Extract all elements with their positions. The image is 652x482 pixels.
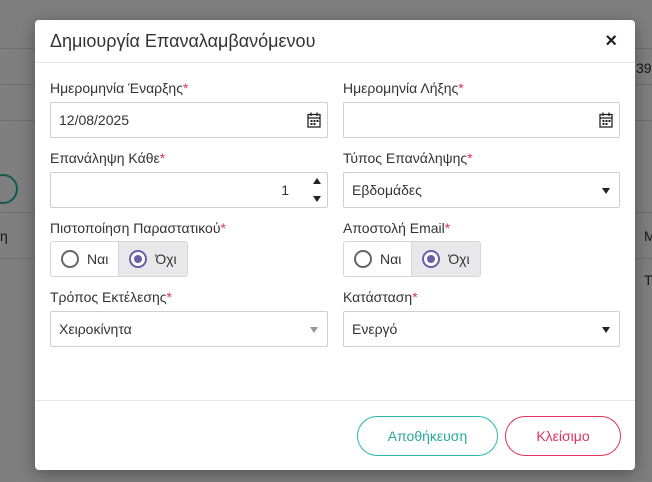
repeat-every-value: 1 bbox=[281, 182, 289, 198]
repeat-type-select[interactable]: Εβδομάδες bbox=[343, 172, 620, 208]
document-validation-yes-option[interactable]: Ναι bbox=[51, 242, 118, 276]
send-email-label-text: Αποστολή Email bbox=[343, 220, 445, 236]
repeat-type-label-text: Τύπος Επανάληψης bbox=[343, 150, 468, 166]
end-date-label-text: Ημερομηνία Λήξης bbox=[343, 80, 459, 96]
create-recurring-dialog: Δημιουργία Επαναλαμβανόμενου × Ημερομηνί… bbox=[35, 20, 635, 470]
send-email-no-option[interactable]: Όχι bbox=[411, 242, 480, 276]
send-email-label: Αποστολή Email* bbox=[343, 220, 450, 236]
start-date-value: 12/08/2025 bbox=[59, 112, 130, 128]
chevron-down-icon bbox=[602, 188, 610, 194]
status-label-text: Κατάσταση bbox=[343, 289, 413, 305]
radio-unchecked-icon[interactable] bbox=[354, 250, 372, 268]
start-date-input[interactable]: 12/08/2025 bbox=[50, 102, 328, 138]
dialog-footer: Αποθήκευση Κλείσιμο bbox=[35, 400, 635, 470]
status-select[interactable]: Ενεργό bbox=[343, 311, 620, 347]
calendar-icon[interactable] bbox=[307, 112, 321, 128]
required-marker: * bbox=[159, 150, 166, 166]
radio-checked-icon[interactable] bbox=[129, 250, 148, 268]
option-label: Ναι bbox=[380, 251, 402, 267]
stepper-down-icon[interactable] bbox=[313, 196, 321, 202]
option-label: Όχι bbox=[155, 251, 177, 267]
required-marker: * bbox=[220, 220, 226, 236]
repeat-every-label-text: Επανάληψη Κάθε bbox=[50, 150, 160, 166]
chevron-down-icon bbox=[310, 327, 318, 333]
repeat-type-label: Τύπος Επανάληψης* bbox=[343, 150, 473, 166]
required-marker: * bbox=[182, 80, 189, 96]
document-validation-no-option[interactable]: Όχι bbox=[118, 242, 187, 276]
number-stepper[interactable] bbox=[311, 176, 323, 204]
repeat-every-input[interactable]: 1 bbox=[50, 172, 328, 208]
send-email-yes-option[interactable]: Ναι bbox=[344, 242, 411, 276]
end-date-label: Ημερομηνία Λήξης* bbox=[343, 80, 464, 96]
execution-mode-value: Χειροκίνητα bbox=[59, 321, 132, 337]
execution-mode-label: Τρόπος Εκτέλεσης* bbox=[50, 289, 172, 305]
radio-unchecked-icon[interactable] bbox=[61, 250, 79, 268]
status-value: Ενεργό bbox=[352, 321, 398, 337]
repeat-every-label: Επανάληψη Κάθε* bbox=[50, 150, 165, 166]
required-marker: * bbox=[444, 220, 451, 236]
execution-mode-label-text: Τρόπος Εκτέλεσης bbox=[50, 289, 167, 305]
save-button[interactable]: Αποθήκευση bbox=[357, 416, 498, 456]
send-email-radio-group: Ναι Όχι bbox=[343, 241, 481, 277]
close-icon[interactable]: × bbox=[605, 31, 617, 51]
option-label: Ναι bbox=[87, 251, 109, 267]
calendar-icon[interactable] bbox=[599, 112, 613, 128]
execution-mode-select[interactable]: Χειροκίνητα bbox=[50, 311, 328, 347]
option-label: Όχι bbox=[448, 251, 470, 267]
start-date-label: Ημερομηνία Έναρξης* bbox=[50, 80, 188, 96]
status-label: Κατάσταση* bbox=[343, 289, 418, 305]
document-validation-radio-group: Ναι Όχι bbox=[50, 241, 188, 277]
document-validation-label-text: Πιστοποίηση Παραστατικού bbox=[50, 220, 221, 236]
document-validation-label: Πιστοποίηση Παραστατικού* bbox=[50, 220, 226, 236]
stepper-up-icon[interactable] bbox=[313, 178, 321, 184]
close-button[interactable]: Κλείσιμο bbox=[505, 416, 621, 456]
dialog-header: Δημιουργία Επαναλαμβανόμενου × bbox=[35, 20, 635, 63]
end-date-input[interactable] bbox=[343, 102, 620, 138]
start-date-label-text: Ημερομηνία Έναρξης bbox=[50, 80, 183, 96]
required-marker: * bbox=[458, 80, 464, 96]
chevron-down-icon bbox=[602, 327, 610, 333]
required-marker: * bbox=[166, 289, 172, 305]
repeat-type-value: Εβδομάδες bbox=[352, 182, 422, 198]
required-marker: * bbox=[467, 150, 473, 166]
dialog-title: Δημιουργία Επαναλαμβανόμενου bbox=[50, 30, 316, 51]
required-marker: * bbox=[412, 289, 418, 305]
radio-checked-icon[interactable] bbox=[422, 250, 441, 268]
